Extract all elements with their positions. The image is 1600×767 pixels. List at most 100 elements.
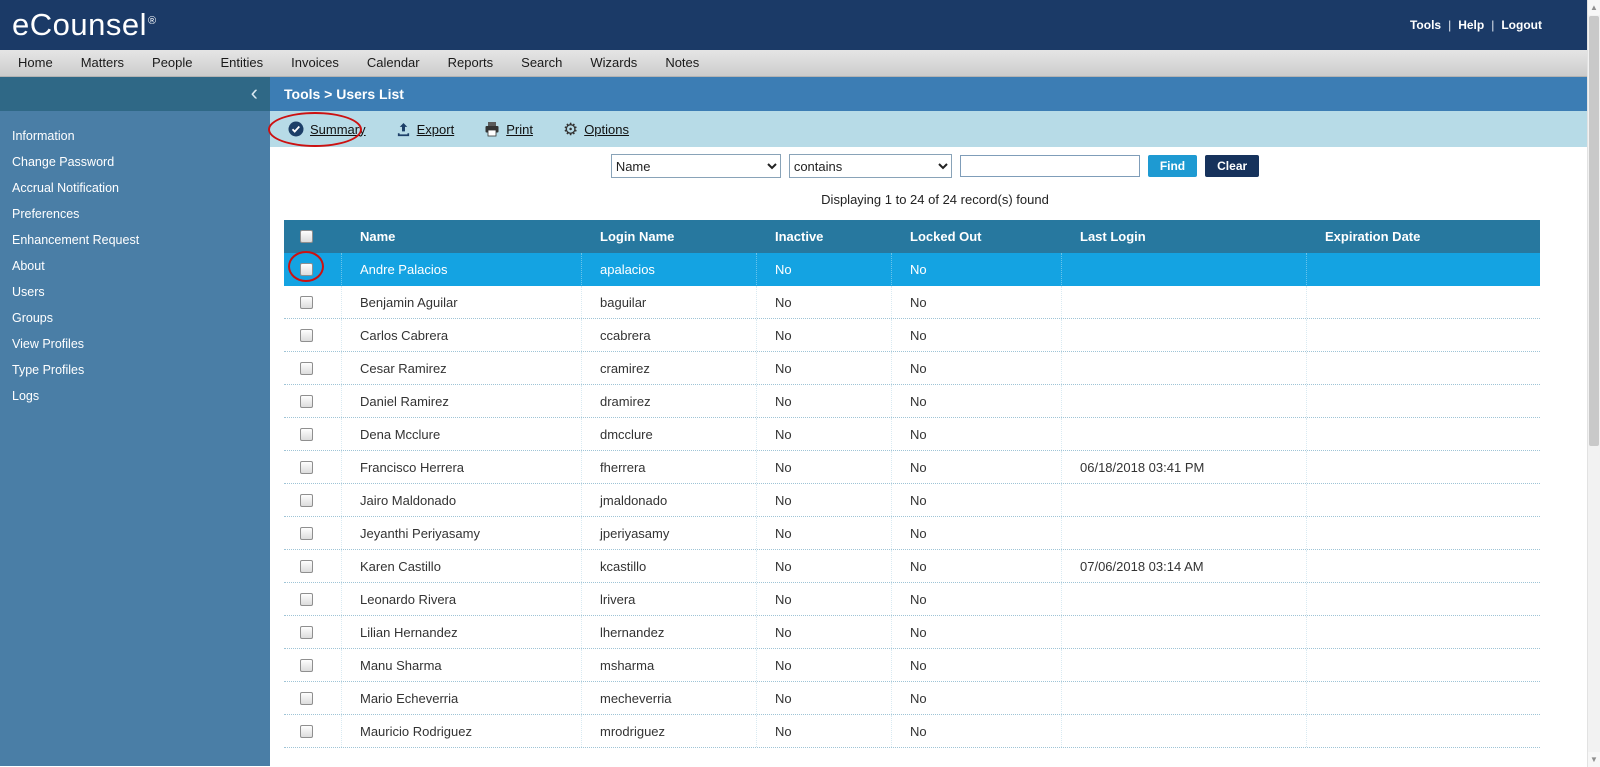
check-circle-icon	[288, 121, 304, 137]
main-nav: Home Matters People Entities Invoices Calenda…	[0, 50, 1600, 77]
row-last-login	[1062, 517, 1307, 549]
row-checkbox[interactable]	[300, 526, 313, 540]
nav-tab-home[interactable]: Home	[4, 50, 67, 76]
app-logo: eCounsel®	[0, 7, 157, 43]
select-all-checkbox[interactable]	[300, 230, 313, 243]
table-row[interactable]: Jeyanthi Periyasamy jperiyasamy No No	[284, 517, 1540, 550]
row-last-login	[1062, 583, 1307, 615]
scrollbar-thumb[interactable]	[1589, 16, 1599, 446]
search-input[interactable]	[959, 155, 1140, 177]
table-row[interactable]: Mauricio Rodriguez mrodriguez No No	[284, 715, 1540, 748]
row-checkbox[interactable]	[300, 427, 313, 441]
table-header-row: Name Login Name Inactive Locked Out Last…	[284, 220, 1540, 253]
nav-tab-people[interactable]: People	[138, 50, 206, 76]
row-checkbox[interactable]	[300, 493, 313, 507]
row-inactive: No	[757, 484, 892, 516]
sidebar-item-type-profiles[interactable]: Type Profiles	[0, 357, 270, 383]
row-checkbox[interactable]	[300, 460, 313, 474]
export-label: Export	[416, 121, 455, 137]
row-checkbox[interactable]	[300, 361, 313, 375]
row-checkbox[interactable]	[300, 295, 313, 309]
column-header-last-login[interactable]: Last Login	[1062, 229, 1307, 244]
vertical-scrollbar[interactable]: ▲ ▼	[1587, 0, 1600, 767]
clear-button[interactable]: Clear	[1205, 155, 1260, 177]
row-checkbox[interactable]	[300, 625, 313, 639]
main-content: Tools > Users List Summary Export Print …	[270, 77, 1600, 766]
table-row[interactable]: Francisco Herrera fherrera No No 06/18/2…	[284, 451, 1540, 484]
sidebar-item-accrual-notification[interactable]: Accrual Notification	[0, 175, 270, 201]
row-checkbox-cell	[284, 253, 342, 285]
row-login-name: dramirez	[582, 385, 757, 417]
sidebar-item-information[interactable]: Information	[0, 123, 270, 149]
column-header-login-name[interactable]: Login Name	[582, 229, 757, 244]
nav-tab-invoices[interactable]: Invoices	[277, 50, 353, 76]
row-last-login	[1062, 286, 1307, 318]
summary-button[interactable]: Summary	[288, 121, 366, 137]
table-row[interactable]: Lilian Hernandez lhernandez No No	[284, 616, 1540, 649]
row-checkbox[interactable]	[300, 262, 313, 276]
nav-tab-matters[interactable]: Matters	[67, 50, 138, 76]
nav-tab-search[interactable]: Search	[507, 50, 576, 76]
row-inactive: No	[757, 517, 892, 549]
table-row[interactable]: Benjamin Aguilar baguilar No No	[284, 286, 1540, 319]
sidebar-item-users[interactable]: Users	[0, 279, 270, 305]
column-header-name[interactable]: Name	[342, 229, 582, 244]
row-checkbox[interactable]	[300, 724, 313, 738]
row-checkbox[interactable]	[300, 658, 313, 672]
sidebar-collapse-button[interactable]: ‹	[0, 77, 270, 111]
nav-tab-wizards[interactable]: Wizards	[576, 50, 651, 76]
row-name: Cesar Ramirez	[342, 352, 582, 384]
sidebar-item-preferences[interactable]: Preferences	[0, 201, 270, 227]
row-inactive: No	[757, 583, 892, 615]
table-row[interactable]: Karen Castillo kcastillo No No 07/06/201…	[284, 550, 1540, 583]
row-checkbox[interactable]	[300, 592, 313, 606]
row-checkbox[interactable]	[300, 394, 313, 408]
sidebar-item-logs[interactable]: Logs	[0, 383, 270, 409]
table-row[interactable]: Andre Palacios apalacios No No	[284, 253, 1540, 286]
options-button[interactable]: ⚙ Options	[563, 121, 629, 138]
export-button[interactable]: Export	[396, 121, 455, 137]
row-last-login	[1062, 649, 1307, 681]
row-last-login	[1062, 418, 1307, 450]
sidebar-item-groups[interactable]: Groups	[0, 305, 270, 331]
column-header-expiration-date[interactable]: Expiration Date	[1307, 229, 1540, 244]
sidebar-item-change-password[interactable]: Change Password	[0, 149, 270, 175]
row-locked-out: No	[892, 583, 1062, 615]
header-link-logout[interactable]: Logout	[1501, 18, 1542, 32]
table-row[interactable]: Jairo Maldonado jmaldonado No No	[284, 484, 1540, 517]
header-link-tools[interactable]: Tools	[1410, 18, 1441, 32]
table-row[interactable]: Leonardo Rivera lrivera No No	[284, 583, 1540, 616]
sidebar-item-view-profiles[interactable]: View Profiles	[0, 331, 270, 357]
users-table: Name Login Name Inactive Locked Out Last…	[284, 220, 1540, 748]
nav-tab-notes[interactable]: Notes	[651, 50, 713, 76]
search-operator-select[interactable]: contains	[788, 154, 952, 178]
row-checkbox-cell	[284, 649, 342, 681]
scrollbar-up-arrow[interactable]: ▲	[1588, 0, 1600, 15]
nav-tab-entities[interactable]: Entities	[207, 50, 278, 76]
row-name: Francisco Herrera	[342, 451, 582, 483]
sidebar-item-enhancement-request[interactable]: Enhancement Request	[0, 227, 270, 253]
column-header-locked-out[interactable]: Locked Out	[892, 229, 1062, 244]
table-row[interactable]: Mario Echeverria mecheverria No No	[284, 682, 1540, 715]
row-checkbox[interactable]	[300, 328, 313, 342]
scrollbar-down-arrow[interactable]: ▼	[1588, 752, 1600, 767]
row-login-name: lhernandez	[582, 616, 757, 648]
header-link-help[interactable]: Help	[1458, 18, 1484, 32]
nav-tab-reports[interactable]: Reports	[434, 50, 508, 76]
row-checkbox[interactable]	[300, 691, 313, 705]
nav-tab-calendar[interactable]: Calendar	[353, 50, 434, 76]
table-row[interactable]: Dena Mcclure dmcclure No No	[284, 418, 1540, 451]
table-row[interactable]: Manu Sharma msharma No No	[284, 649, 1540, 682]
row-expiration-date	[1307, 286, 1540, 318]
print-button[interactable]: Print	[484, 121, 533, 137]
row-checkbox[interactable]	[300, 559, 313, 573]
search-field-select[interactable]: Name	[610, 154, 781, 178]
column-header-inactive[interactable]: Inactive	[757, 229, 892, 244]
table-row[interactable]: Cesar Ramirez cramirez No No	[284, 352, 1540, 385]
table-row[interactable]: Daniel Ramirez dramirez No No	[284, 385, 1540, 418]
row-last-login	[1062, 715, 1307, 747]
sidebar-item-about[interactable]: About	[0, 253, 270, 279]
find-button[interactable]: Find	[1147, 155, 1198, 177]
header-link-separator: |	[1448, 18, 1452, 32]
table-row[interactable]: Carlos Cabrera ccabrera No No	[284, 319, 1540, 352]
